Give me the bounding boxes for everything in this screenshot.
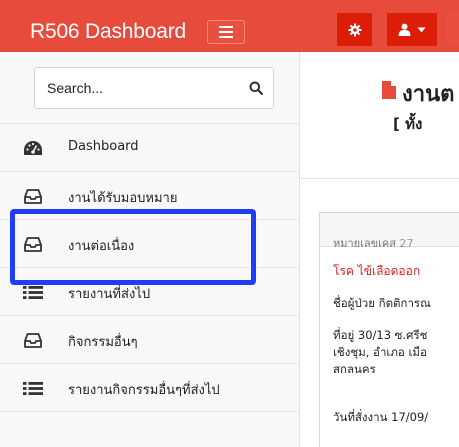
search-input[interactable] xyxy=(35,68,235,108)
sidebar: Dashboard งานได้รับมอบหมาย งานต่อเนื่อง xyxy=(0,52,300,447)
brand-title[interactable]: R506 Dashboard xyxy=(30,20,186,44)
disease-name: โรค ไข้เลือดออก xyxy=(333,264,421,278)
bars-icon xyxy=(219,26,233,28)
inbox-icon xyxy=(22,330,44,350)
user-menu-button[interactable] xyxy=(387,13,437,46)
sidebar-item-label: งานได้รับมอบหมาย xyxy=(68,191,178,206)
search-icon xyxy=(249,81,263,95)
address-line: ที่อยู่ 30/13 ซ.ศรีช xyxy=(333,328,428,342)
address-line: สกลนคร xyxy=(333,362,376,376)
user-icon xyxy=(398,23,411,36)
sidebar-item-label: งานต่อเนื่อง xyxy=(68,239,135,254)
search-form xyxy=(34,67,274,109)
bars-icon-line xyxy=(219,36,233,38)
sidebar-item-dashboard[interactable]: Dashboard xyxy=(0,124,300,172)
case-number: 27 xyxy=(399,237,414,250)
sidebar-item-other-activities[interactable]: กิจกรรมอื่นๆ xyxy=(0,316,300,364)
page-subtitle: [ ทั้ง xyxy=(393,115,423,133)
sidebar-item-label: Dashboard xyxy=(68,139,139,154)
caret-down-icon xyxy=(417,27,426,32)
case-label-text: หมายเลขเคส xyxy=(333,237,396,250)
inbox-icon xyxy=(22,234,44,254)
sidebar-item-assigned-tasks[interactable]: งานได้รับมอบหมาย xyxy=(0,172,300,220)
case-card[interactable]: หมายเลขเคส 27 โรค ไข้เลือดออก ชื่อผู้ป่ว… xyxy=(319,212,459,447)
list-icon xyxy=(22,282,44,302)
sidebar-item-label: รายงานที่ส่งไป xyxy=(68,287,151,302)
patient-name: ชื่อผู้ป่วย กิตติการณ xyxy=(333,296,431,310)
content-divider xyxy=(301,178,459,179)
menu-toggle-button[interactable] xyxy=(207,20,245,44)
bars-icon-line xyxy=(219,31,233,33)
gear-icon xyxy=(348,23,361,36)
navbar-overflow xyxy=(446,13,459,46)
case-label: หมายเลขเคส 27 xyxy=(333,234,413,252)
search-button[interactable] xyxy=(245,77,267,99)
inbox-icon xyxy=(22,186,44,206)
sidebar-item-sent-reports[interactable]: รายงานที่ส่งไป xyxy=(0,268,300,316)
file-icon xyxy=(382,81,396,99)
dashboard-icon xyxy=(22,138,44,158)
patient-address: ที่อยู่ 30/13 ซ.ศรีช เชิงชุม, อำเภอ เมือ… xyxy=(333,327,427,378)
address-line: เชิงชุม, อำเภอ เมือ xyxy=(333,345,427,359)
sidebar-item-label: กิจกรรมอื่นๆ xyxy=(68,335,138,350)
page-title: งานต xyxy=(402,82,455,107)
list-icon xyxy=(22,378,44,398)
sidebar-item-label: รายงานกิจกรรมอื่นๆที่ส่งไป xyxy=(68,383,220,398)
top-navbar: R506 Dashboard xyxy=(0,0,459,52)
settings-button[interactable] xyxy=(337,13,372,46)
sidebar-item-other-activity-reports[interactable]: รายงานกิจกรรมอื่นๆที่ส่งไป xyxy=(0,364,300,412)
sidebar-item-continuing-tasks[interactable]: งานต่อเนื่อง xyxy=(0,220,300,268)
order-date: วันที่สั่งงาน 17/09/ xyxy=(333,410,429,424)
